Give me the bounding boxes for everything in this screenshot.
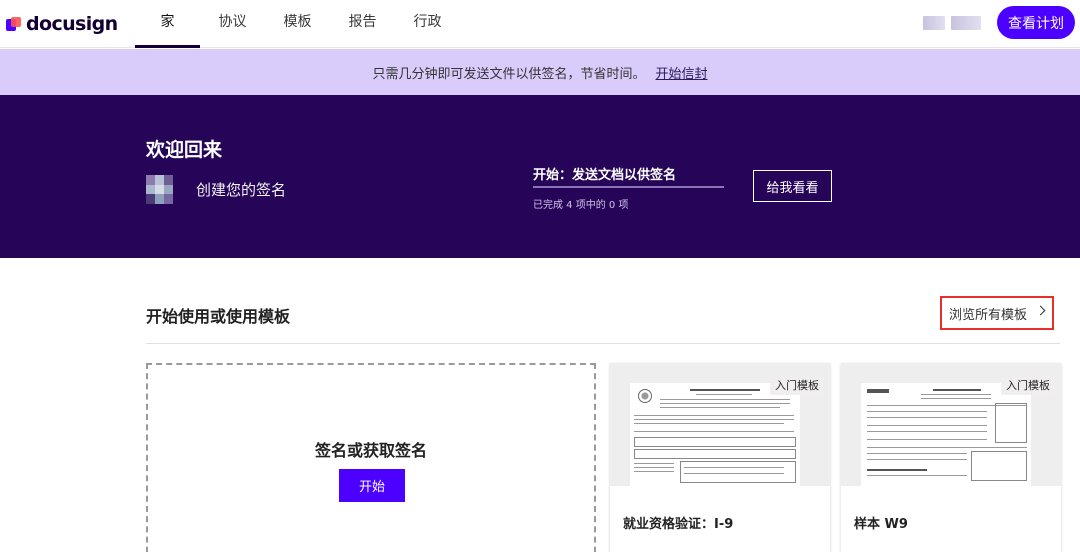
tab-agreements[interactable]: 协议	[200, 0, 265, 48]
welcome-title: 欢迎回来	[146, 139, 223, 161]
onboarding-progress-bar	[533, 186, 724, 188]
onboarding-step-title: 开始：发送文档以供签名	[533, 168, 677, 183]
top-nav: docusign 家 协议 模板 报告 行政 查看计划	[0, 0, 1080, 48]
document-thumbnail	[861, 383, 1031, 486]
start-envelope-link[interactable]: 开始信封	[656, 63, 708, 82]
promo-text: 只需几分钟即可发送文件以供签名，节省时间。	[372, 66, 646, 82]
docusign-logo-icon	[6, 16, 22, 32]
section-divider	[146, 343, 1060, 344]
seal-icon	[638, 389, 652, 403]
template-name: 样本 W9	[854, 517, 908, 532]
view-plan-button[interactable]: 查看计划	[997, 6, 1075, 39]
show-me-button[interactable]: 给我看看	[753, 170, 832, 202]
template-name: 就业资格验证：I-9	[623, 517, 734, 532]
welcome-hero: 欢迎回来 创建您的签名 开始：发送文档以供签名 已完成 4 项中的 0 项 给我…	[0, 95, 1080, 258]
onboarding-progress-text: 已完成 4 项中的 0 项	[533, 200, 629, 211]
document-thumbnail	[630, 383, 800, 486]
browse-all-templates-link[interactable]: 浏览所有模板	[940, 296, 1054, 330]
docusign-logo[interactable]: docusign	[6, 12, 118, 36]
template-badge: 入门模板	[770, 377, 824, 395]
template-card-w9[interactable]: 入门模板 样本 W9	[841, 363, 1061, 552]
template-preview: 入门模板	[841, 363, 1061, 486]
template-preview: 入门模板	[610, 363, 830, 486]
signature-avatar-icon	[146, 175, 173, 204]
start-button[interactable]: 开始	[339, 469, 405, 502]
section-title: 开始使用或使用模板	[146, 307, 291, 326]
logo-text: docusign	[26, 13, 118, 35]
user-account-blurred[interactable]	[923, 16, 987, 30]
tab-home[interactable]: 家	[135, 0, 200, 48]
create-signature-link[interactable]: 创建您的签名	[196, 179, 286, 200]
browse-all-templates-label: 浏览所有模板	[949, 307, 1028, 323]
template-badge: 入门模板	[1001, 377, 1055, 395]
sign-dropzone[interactable]: 签名或获取签名 开始	[146, 363, 596, 552]
tab-admin[interactable]: 行政	[395, 0, 460, 48]
promo-banner: 只需几分钟即可发送文件以供签名，节省时间。 开始信封	[0, 49, 1080, 95]
nav-tabs: 家 协议 模板 报告 行政	[135, 0, 460, 48]
template-card-i9[interactable]: 入门模板 就业资格验证：I-9	[610, 363, 830, 552]
tab-reports[interactable]: 报告	[330, 0, 395, 48]
tab-templates[interactable]: 模板	[265, 0, 330, 48]
chevron-right-icon	[1035, 305, 1046, 316]
dropzone-title: 签名或获取签名	[314, 441, 427, 460]
